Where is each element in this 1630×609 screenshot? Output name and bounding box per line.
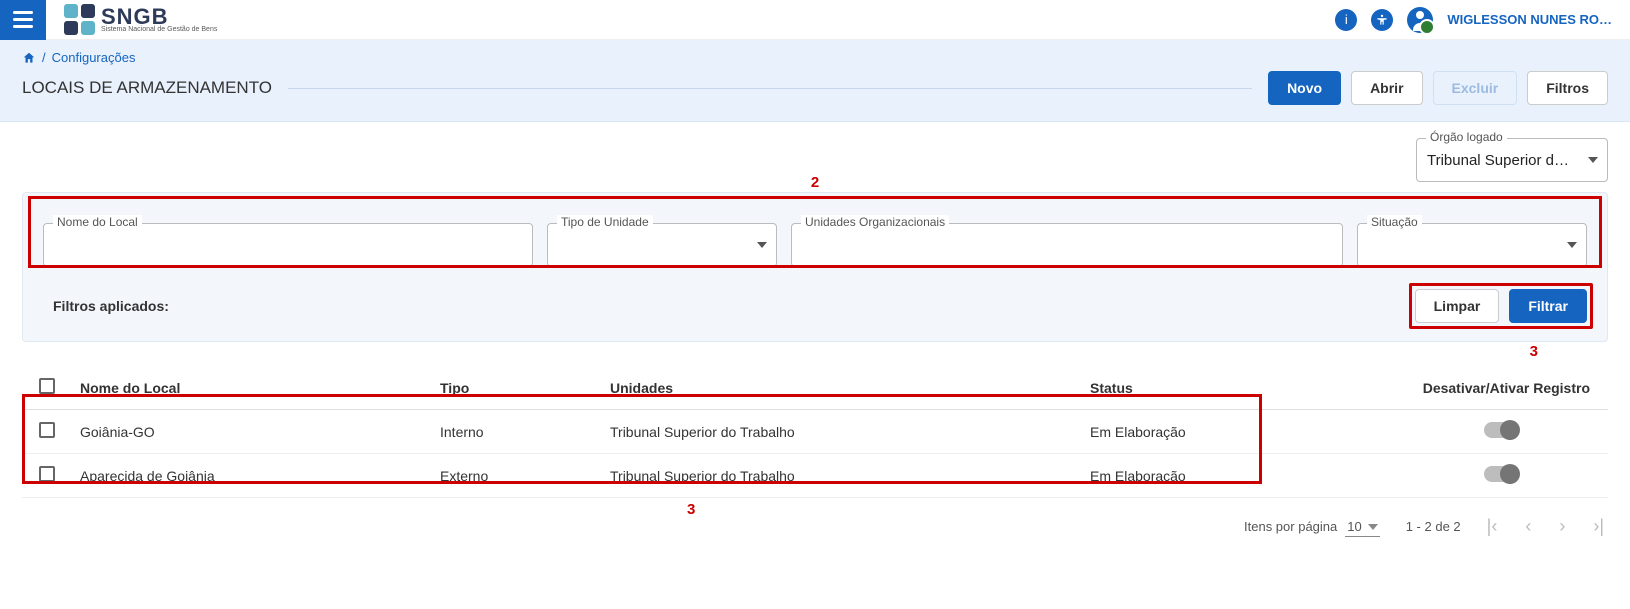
menu-toggle-button[interactable] [0,0,46,40]
row-toggle[interactable] [1484,422,1518,438]
breadcrumb-sep: / [42,50,46,65]
topbar: SNGB Sistema Nacional de Gestão de Bens … [0,0,1630,40]
tipo-unidade-label: Tipo de Unidade [557,215,653,229]
excluir-button: Excluir [1433,71,1518,105]
page-size-select[interactable]: 10 [1345,519,1379,534]
next-page-button[interactable]: › [1559,516,1565,537]
th-unidades[interactable]: Unidades [602,366,1082,410]
th-status[interactable]: Status [1082,366,1282,410]
username-label[interactable]: WIGLESSON NUNES RO… [1447,12,1612,27]
chevron-down-icon [1567,242,1577,248]
abrir-button[interactable]: Abrir [1351,71,1422,105]
filtrar-button[interactable]: Filtrar [1509,289,1587,323]
row-toggle[interactable] [1484,466,1518,482]
nome-local-label: Nome do Local [53,215,142,229]
content: Órgão logado Tribunal Superior do Tra… 2… [0,122,1630,547]
cell-unidades: Tribunal Superior do Trabalho [602,410,1082,454]
unidades-org-input[interactable]: Unidades Organizacionais [791,223,1343,267]
table-row[interactable]: Goiânia-GO Interno Tribunal Superior do … [22,410,1608,454]
paginator: Itens por página 10 1 - 2 de 2 |‹ ‹ › ›| [22,516,1608,537]
locais-table: Nome do Local Tipo Unidades Status Desat… [22,366,1608,498]
prev-page-button[interactable]: ‹ [1525,516,1531,537]
orgao-value: Tribunal Superior do Tra… [1427,152,1573,169]
breadcrumb: / Configurações [22,50,1608,65]
unidades-org-label: Unidades Organizacionais [801,215,949,229]
chevron-down-icon [1368,524,1378,530]
logo[interactable]: SNGB Sistema Nacional de Gestão de Bens [64,4,217,35]
limpar-button[interactable]: Limpar [1415,289,1500,323]
filtros-aplicados-label: Filtros aplicados: [43,298,169,314]
th-toggle: Desativar/Ativar Registro [1282,366,1608,410]
logo-text: SNGB [101,6,217,28]
info-icon[interactable]: i [1335,9,1357,31]
nome-local-input[interactable]: Nome do Local [43,223,533,267]
row-checkbox[interactable] [39,466,55,482]
page-title: LOCAIS DE ARMAZENAMENTO [22,78,272,98]
chevron-down-icon [1588,157,1598,163]
cell-nome: Aparecida de Goiânia [72,454,432,498]
accessibility-icon[interactable] [1371,9,1393,31]
chevron-down-icon [757,242,767,248]
cell-tipo: Externo [432,454,602,498]
cell-unidades: Tribunal Superior do Trabalho [602,454,1082,498]
first-page-button[interactable]: |‹ [1487,516,1498,537]
orgao-logado-select[interactable]: Órgão logado Tribunal Superior do Tra… [1416,138,1608,182]
title-divider [288,88,1252,89]
action-buttons: Novo Abrir Excluir Filtros [1268,71,1608,105]
page-range: 1 - 2 de 2 [1406,519,1461,534]
orgao-label: Órgão logado [1426,130,1507,144]
hamburger-icon [13,18,33,21]
situacao-select[interactable]: Situação [1357,223,1587,267]
filter-panel: Nome do Local Tipo de Unidade Unidades O… [22,192,1608,342]
user-avatar-icon[interactable] [1407,7,1433,33]
breadcrumb-item-config[interactable]: Configurações [52,50,136,65]
logo-icon [64,4,95,35]
logo-subtitle: Sistema Nacional de Gestão de Bens [101,26,217,33]
top-icons: i WIGLESSON NUNES RO… [1335,7,1612,33]
cell-nome: Goiânia-GO [72,410,432,454]
th-tipo[interactable]: Tipo [432,366,602,410]
filtros-button[interactable]: Filtros [1527,71,1608,105]
row-checkbox[interactable] [39,422,55,438]
tipo-unidade-select[interactable]: Tipo de Unidade [547,223,777,267]
cell-status: Em Elaboração [1082,410,1282,454]
table-row[interactable]: Aparecida de Goiânia Externo Tribunal Su… [22,454,1608,498]
annotation-3-right: 3 [1530,343,1538,360]
items-per-page-label: Itens por página [1244,519,1337,534]
novo-button[interactable]: Novo [1268,71,1341,105]
home-icon[interactable] [22,51,36,65]
select-all-checkbox[interactable] [39,378,55,394]
cell-status: Em Elaboração [1082,454,1282,498]
header-strip: / Configurações LOCAIS DE ARMAZENAMENTO … [0,40,1630,122]
situacao-label: Situação [1367,215,1422,229]
th-nome[interactable]: Nome do Local [72,366,432,410]
cell-tipo: Interno [432,410,602,454]
last-page-button[interactable]: ›| [1593,516,1604,537]
